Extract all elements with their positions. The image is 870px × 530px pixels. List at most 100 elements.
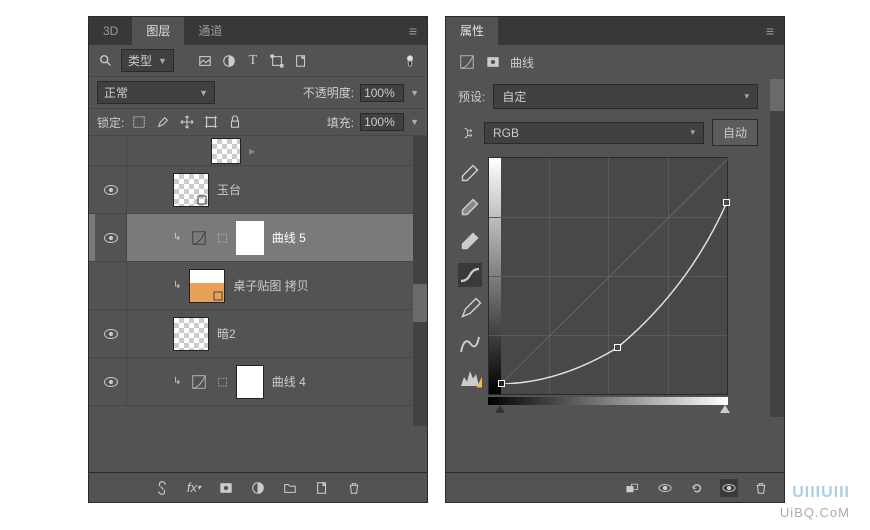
- layer-row-selected[interactable]: ↳ ⬚ 曲线 5: [89, 214, 427, 262]
- layer-row[interactable]: ↳ 桌子贴图 拷贝: [89, 262, 427, 310]
- eyedropper-white-icon[interactable]: [458, 229, 482, 253]
- curve-point[interactable]: [614, 344, 621, 351]
- scrollbar-thumb[interactable]: [770, 79, 784, 111]
- mask-thumbnail[interactable]: [236, 221, 264, 255]
- panel-menu-icon[interactable]: ≡: [756, 23, 784, 39]
- lock-all-icon[interactable]: [226, 113, 244, 131]
- curves-badge-icon: [458, 53, 476, 71]
- adjustment-header: 曲线: [446, 45, 784, 79]
- chevron-down-icon: ▾: [744, 91, 749, 102]
- filter-type-select[interactable]: 类型 ▼: [121, 49, 174, 72]
- visibility-toggle[interactable]: [95, 136, 127, 165]
- auto-button[interactable]: 自动: [712, 119, 758, 146]
- layer-name[interactable]: 桌子贴图 拷贝: [233, 277, 421, 294]
- preset-select[interactable]: 自定 ▾: [493, 84, 758, 109]
- layer-thumbnail[interactable]: [173, 317, 209, 351]
- visibility-toggle[interactable]: [95, 214, 127, 261]
- svg-text:▲: ▲: [473, 372, 482, 390]
- lock-pixels-icon[interactable]: [130, 113, 148, 131]
- clip-to-layer-icon[interactable]: [624, 479, 642, 497]
- tab-3d[interactable]: 3D: [89, 17, 132, 45]
- mask-link-icon[interactable]: ⬚: [217, 375, 227, 388]
- delete-adjustment-icon[interactable]: [752, 479, 770, 497]
- eyedropper-gray-icon[interactable]: [458, 195, 482, 219]
- chevron-down-icon[interactable]: ▼: [410, 117, 419, 127]
- fill-input[interactable]: [360, 113, 404, 131]
- filter-row: 类型 ▼ T: [89, 45, 427, 77]
- eyedropper-black-icon[interactable]: [458, 161, 482, 185]
- mask-badge-icon: [484, 53, 502, 71]
- reset-icon[interactable]: [688, 479, 706, 497]
- tab-properties[interactable]: 属性: [446, 17, 498, 45]
- search-icon[interactable]: [97, 52, 115, 70]
- fx-icon[interactable]: fx▾: [185, 479, 203, 497]
- watermark: UiBQ.CoM: [780, 505, 850, 520]
- lock-brush-icon[interactable]: [154, 113, 172, 131]
- layer-row[interactable]: 暗2: [89, 310, 427, 358]
- curve-pencil-tool-icon[interactable]: [458, 297, 482, 321]
- curve-point[interactable]: [498, 380, 505, 387]
- chevron-down-icon: ▾: [690, 127, 695, 138]
- blend-mode-select[interactable]: 正常 ▼: [97, 81, 215, 104]
- visibility-toggle[interactable]: [95, 262, 127, 309]
- layers-panel: 3D 图层 通道 ≡ 类型 ▼ T 正常 ▼ 不透明度: ▼ 锁定:: [88, 16, 428, 503]
- opacity-input[interactable]: [360, 84, 404, 102]
- curve-point[interactable]: [723, 199, 730, 206]
- panel-menu-icon[interactable]: ≡: [399, 23, 427, 39]
- link-layers-icon[interactable]: [153, 479, 171, 497]
- layer-row[interactable]: ↳ ⬚ 曲线 4: [89, 358, 427, 406]
- filter-text-icon[interactable]: T: [244, 52, 262, 70]
- layer-name[interactable]: 暗2: [217, 325, 421, 342]
- opacity-label: 不透明度:: [303, 84, 354, 101]
- layer-name[interactable]: ▸: [249, 144, 421, 158]
- lock-move-icon[interactable]: [178, 113, 196, 131]
- scrollbar-thumb[interactable]: [413, 284, 427, 322]
- properties-scrollbar[interactable]: [770, 79, 784, 417]
- layer-name[interactable]: 曲线 5: [272, 229, 421, 246]
- lock-artboard-icon[interactable]: [202, 113, 220, 131]
- filter-shape-icon[interactable]: [268, 52, 286, 70]
- layers-scrollbar[interactable]: [413, 136, 427, 426]
- chevron-down-icon[interactable]: ▼: [410, 88, 419, 98]
- visibility-toggle[interactable]: [95, 166, 127, 213]
- filter-image-icon[interactable]: [196, 52, 214, 70]
- properties-footer: [446, 472, 784, 502]
- new-layer-icon[interactable]: [313, 479, 331, 497]
- black-slider[interactable]: [495, 405, 505, 413]
- layer-name[interactable]: 玉台: [217, 181, 421, 198]
- visibility-toggle[interactable]: [95, 358, 127, 405]
- histogram-toggle-icon[interactable]: ▲: [458, 365, 482, 389]
- layer-name[interactable]: 曲线 4: [272, 373, 421, 390]
- curve-point-tool-icon[interactable]: [458, 263, 482, 287]
- visibility-toggle[interactable]: [95, 310, 127, 357]
- layer-row[interactable]: ▸: [89, 136, 427, 166]
- group-icon[interactable]: [281, 479, 299, 497]
- mask-thumbnail[interactable]: [236, 365, 264, 399]
- white-slider[interactable]: [720, 405, 730, 413]
- toggle-visibility-icon[interactable]: [720, 479, 738, 497]
- mask-icon[interactable]: [217, 479, 235, 497]
- finger-scrub-icon[interactable]: [458, 124, 476, 142]
- tab-layers[interactable]: 图层: [132, 17, 184, 45]
- layer-thumbnail[interactable]: [211, 138, 241, 164]
- filter-smart-icon[interactable]: [292, 52, 310, 70]
- watermark: UIIIUIII: [792, 484, 850, 502]
- adjustment-layer-icon[interactable]: [249, 479, 267, 497]
- input-gradient: [488, 397, 728, 405]
- adjustment-title: 曲线: [510, 54, 534, 71]
- curve-graph[interactable]: [488, 157, 728, 395]
- layer-row[interactable]: 玉台: [89, 166, 427, 214]
- tab-channels[interactable]: 通道: [184, 17, 236, 45]
- eye-icon: [104, 185, 118, 195]
- layer-thumbnail[interactable]: [173, 173, 209, 207]
- mask-link-icon[interactable]: ⬚: [217, 231, 227, 244]
- view-previous-icon[interactable]: [656, 479, 674, 497]
- filter-adjustment-icon[interactable]: [220, 52, 238, 70]
- curve-smooth-icon[interactable]: [458, 331, 482, 355]
- layer-thumbnail[interactable]: [189, 269, 225, 303]
- chevron-down-icon: ▼: [199, 88, 208, 98]
- channel-select[interactable]: RGB ▾: [484, 122, 704, 144]
- delete-icon[interactable]: [345, 479, 363, 497]
- filter-toggle-switch[interactable]: [401, 52, 419, 70]
- eye-icon: [104, 377, 118, 387]
